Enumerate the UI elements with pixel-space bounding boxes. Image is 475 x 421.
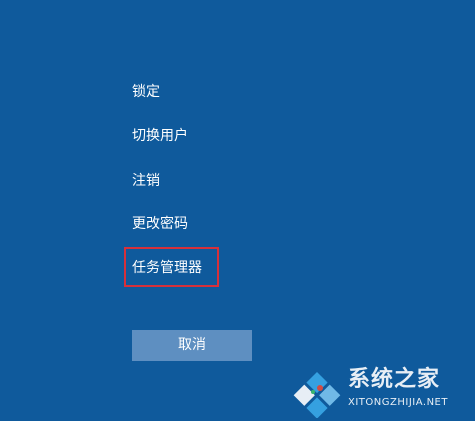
watermark-title: 系统之家 [348,367,441,392]
windows-logo-icon [293,371,341,418]
menu-item-change-password[interactable]: 更改密码 [132,214,188,234]
task-manager-highlight-box [124,247,219,287]
watermark-url: XITONGZHIJIA.NET [348,397,448,408]
cancel-button[interactable]: 取消 [132,330,252,361]
menu-item-lock[interactable]: 锁定 [132,82,160,102]
menu-item-switch-user[interactable]: 切换用户 [132,126,188,146]
site-watermark: 系统之家 XITONGZHIJIA.NET [290,360,475,421]
menu-item-sign-out[interactable]: 注销 [132,171,160,191]
security-options-screen: 锁定 切换用户 注销 更改密码 任务管理器 取消 系统之家 XITONGZHIJ… [0,0,475,421]
